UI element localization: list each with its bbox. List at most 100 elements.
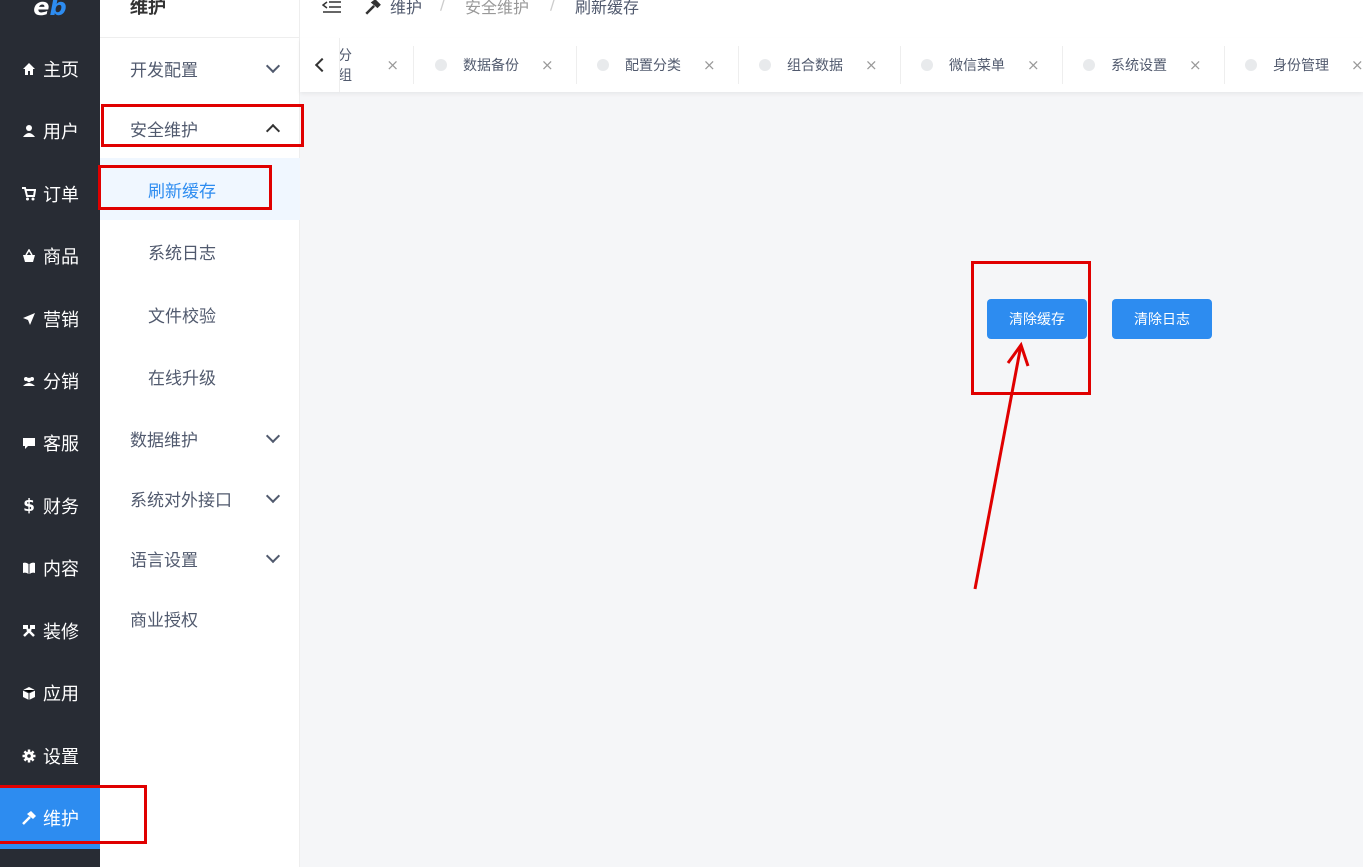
chevron-down-icon [265,548,281,564]
send-icon [21,311,37,327]
menu-online-upgrade[interactable]: 在线升级 [100,345,300,407]
chat-icon [21,435,37,451]
tab-label: 数据备份 [463,58,519,74]
nav-item-label: 装修 [43,622,79,643]
home-icon [21,61,37,77]
nav-item-label: 客服 [43,434,79,455]
chevron-left-icon [314,57,329,73]
chevron-down-icon [265,58,281,74]
nav-item-label: 营销 [43,310,79,331]
nav-item-marketing[interactable]: 营销 [0,288,100,350]
gear-icon [21,748,37,764]
tab-item[interactable]: 分组 × [328,46,414,84]
chevron-up-icon [265,123,281,139]
tab-label: 配置分类 [625,58,681,74]
user-icon [21,123,37,139]
tab-item[interactable]: 系统设置 × [1063,46,1225,84]
menu-collapse-icon[interactable] [321,0,342,18]
chevron-down-icon [265,488,281,504]
menu-license[interactable]: 商业授权 [100,588,300,648]
nav-item-decoration[interactable]: 装修 [0,600,100,662]
breadcrumb-item[interactable]: 维护 [390,0,422,18]
menu-file-check[interactable]: 文件校验 [100,283,300,345]
menu-label: 系统对外接口 [130,490,232,511]
tab-label: 身份管理 [1273,58,1329,74]
nav-item-maintenance[interactable]: 维护 [0,787,100,849]
menu-label: 语言设置 [130,550,198,571]
tab-label: 微信菜单 [949,58,1005,74]
close-icon[interactable]: × [865,56,878,74]
tab-item[interactable]: 数据备份 × [415,46,577,84]
menu-label: 安全维护 [130,120,198,141]
nav-item-apps[interactable]: 应用 [0,662,100,724]
nav-item-user[interactable]: 用户 [0,100,100,162]
tab-item[interactable]: 配置分类 × [577,46,739,84]
book-icon [21,560,37,576]
menu-label: 数据维护 [130,430,198,451]
close-icon[interactable]: × [1351,56,1363,74]
breadcrumb-item[interactable]: 安全维护 [465,0,529,18]
menu-label: 刷新缓存 [148,181,216,202]
app-root: eb 主页 用户 订单 商品 营销 分销 客服 $ 财务 内容 装修 应用 设置… [0,0,1363,867]
status-dot [759,59,771,71]
status-dot [1083,59,1095,71]
status-dot [435,59,447,71]
clear-log-button[interactable]: 清除日志 [1112,299,1212,339]
nav-item-service[interactable]: 客服 [0,412,100,474]
logo[interactable]: eb [30,0,70,20]
primary-sidebar: eb 主页 用户 订单 商品 营销 分销 客服 $ 财务 内容 装修 应用 设置… [0,0,100,867]
menu-label: 开发配置 [130,60,198,81]
nav-item-content[interactable]: 内容 [0,537,100,599]
basket-icon [21,248,37,264]
tools-icon [21,623,37,639]
nav-item-label: 主页 [43,60,79,81]
menu-external-api[interactable]: 系统对外接口 [100,468,300,528]
breadcrumb-item-current: 刷新缓存 [575,0,640,17]
nav-item-order[interactable]: 订单 [0,163,100,225]
secondary-sidebar-title: 维护 [130,0,166,18]
tab-item[interactable]: 身份管理 × [1225,46,1363,84]
nav-item-label: 商品 [43,247,79,268]
tab-label: 系统设置 [1111,58,1167,74]
nav-item-product[interactable]: 商品 [0,225,100,287]
close-icon[interactable]: × [386,56,399,74]
breadcrumb-separator: / [550,0,556,13]
menu-system-log[interactable]: 系统日志 [100,220,300,282]
nav-item-label: 应用 [43,684,79,705]
menu-label: 商业授权 [130,610,198,631]
tab-item[interactable]: 组合数据 × [739,46,901,84]
close-icon[interactable]: × [703,56,716,74]
status-dot [597,59,609,71]
dollar-icon: $ [23,496,35,516]
menu-label: 在线升级 [148,368,216,389]
menu-security[interactable]: 安全维护 [100,98,300,158]
menu-dev-config[interactable]: 开发配置 [100,38,300,98]
cart-icon [21,186,37,202]
top-header: 维护 / 安全维护 / 刷新缓存 [300,0,1363,38]
menu-data-maintenance[interactable]: 数据维护 [100,408,300,468]
menu-refresh-cache[interactable]: 刷新缓存 [100,158,300,220]
close-icon[interactable]: × [1027,56,1040,74]
status-dot [1245,59,1257,71]
tabs-scroll-left-button[interactable] [300,38,340,92]
close-icon[interactable]: × [1189,56,1202,74]
nav-item-home[interactable]: 主页 [0,38,100,100]
close-icon[interactable]: × [541,56,554,74]
nav-item-distribution[interactable]: 分销 [0,350,100,412]
nav-item-label: 订单 [43,185,79,206]
tab-label: 分组 [338,48,352,84]
tab-item[interactable]: 微信菜单 × [901,46,1063,84]
nav-item-label: 分销 [43,372,79,393]
menu-label: 文件校验 [148,306,216,327]
nav-item-label: 用户 [43,122,79,143]
nav-item-settings[interactable]: 设置 [0,725,100,787]
chevron-down-icon [265,428,281,444]
breadcrumb-separator: / [440,0,446,13]
menu-language[interactable]: 语言设置 [100,528,300,588]
hammer-icon [21,810,37,826]
nav-item-label: 维护 [43,809,79,830]
cube-icon [21,685,37,701]
clear-cache-button[interactable]: 清除缓存 [987,299,1087,339]
nav-item-label: 设置 [43,747,79,768]
nav-item-finance[interactable]: $ 财务 [0,475,100,537]
